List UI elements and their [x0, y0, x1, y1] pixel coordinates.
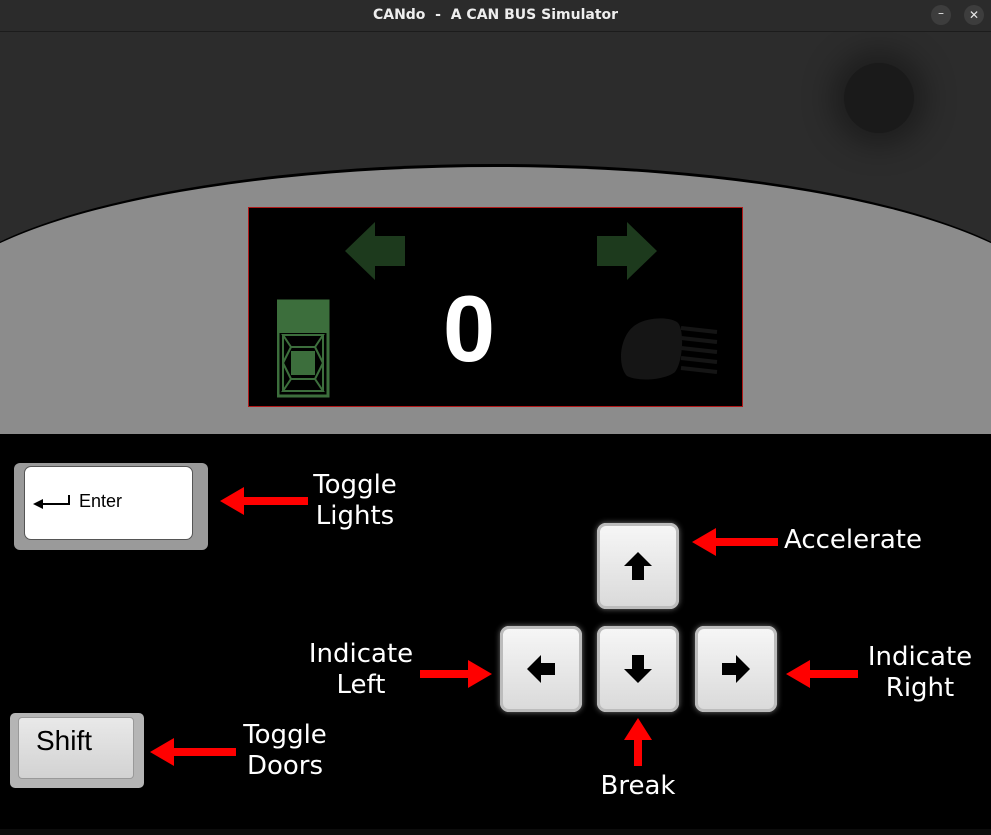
window-title: CANdo - A CAN BUS Simulator — [372, 7, 619, 23]
arrow-down-icon — [624, 655, 652, 683]
arrow-right-key[interactable] — [695, 626, 777, 712]
toggle-doors-label: Toggle Doors — [243, 720, 327, 781]
indicate-right-label: Indicate Right — [867, 642, 973, 703]
arrow-up-key[interactable] — [597, 523, 679, 609]
arrow-left-key[interactable] — [500, 626, 582, 712]
toggle-doors-pointer-icon — [150, 738, 236, 766]
indicate-left-pointer-icon — [420, 660, 492, 688]
shift-key[interactable]: Shift — [10, 713, 144, 788]
shift-key-label: Shift — [36, 725, 93, 756]
turn-right-icon — [597, 222, 657, 280]
dashboard-knob — [844, 63, 914, 133]
dashboard: 0 — [0, 32, 991, 434]
headlight-icon — [621, 318, 718, 380]
close-button[interactable]: ✕ — [964, 5, 984, 25]
title-bar[interactable]: CANdo - A CAN BUS Simulator – ✕ — [0, 0, 991, 32]
break-label: Break — [600, 771, 676, 801]
shift-key-face: Shift — [18, 717, 134, 779]
minimize-button[interactable]: – — [931, 5, 951, 25]
accelerate-label: Accelerate — [784, 525, 922, 555]
arrow-right-icon — [722, 655, 750, 683]
arrow-down-key[interactable] — [597, 626, 679, 712]
turn-left-icon — [345, 222, 405, 280]
enter-key-label: Enter — [79, 491, 123, 511]
toggle-lights-pointer-icon — [220, 487, 308, 515]
arrow-up-icon — [624, 552, 652, 580]
enter-key-face: Enter — [24, 466, 193, 540]
toggle-lights-label: Toggle Lights — [313, 470, 397, 531]
speed-readout: 0 — [442, 276, 496, 381]
break-pointer-icon — [624, 718, 652, 766]
bottom-edge — [0, 829, 991, 835]
indicate-left-label: Indicate Left — [308, 639, 414, 700]
return-arrow-icon — [33, 495, 70, 509]
arrow-left-icon — [527, 655, 555, 683]
indicate-right-pointer-icon — [786, 660, 858, 688]
enter-key[interactable]: Enter — [14, 463, 208, 550]
car-doors-icon — [277, 299, 330, 398]
instrument-display: 0 — [248, 207, 743, 407]
app-window: CANdo - A CAN BUS Simulator – ✕ 0 Enter … — [0, 0, 991, 835]
accelerate-pointer-icon — [692, 528, 778, 556]
